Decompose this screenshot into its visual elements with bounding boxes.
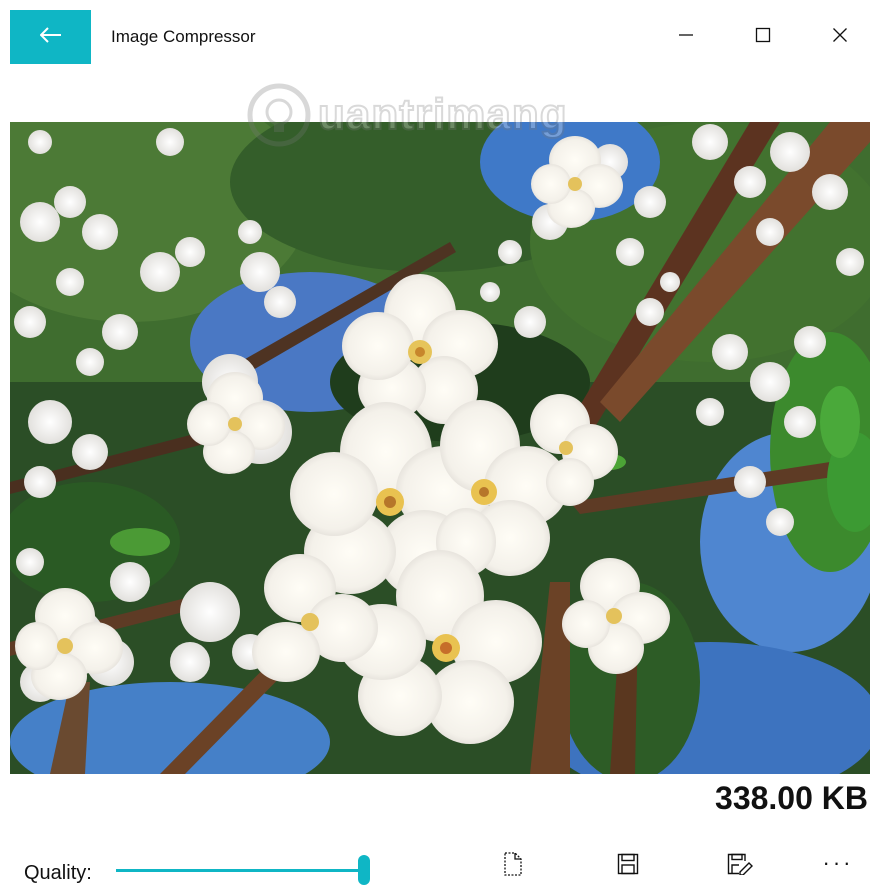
close-button[interactable] — [801, 10, 870, 64]
save-as-icon — [727, 853, 753, 880]
back-button[interactable] — [10, 10, 91, 64]
slider-thumb[interactable] — [358, 855, 370, 885]
close-icon — [832, 27, 848, 48]
new-file-icon — [503, 851, 523, 881]
photo-cherry-blossoms — [10, 122, 870, 774]
quality-label: Quality: — [24, 862, 92, 884]
save-icon — [617, 853, 639, 880]
new-file-button[interactable] — [491, 846, 535, 886]
quality-slider[interactable] — [116, 855, 370, 885]
app-window: Image Compressor uantrimang 338.00 KB Qu… — [10, 10, 870, 895]
preview-image — [10, 122, 870, 774]
save-button[interactable] — [606, 846, 650, 886]
app-title: Image Compressor — [111, 27, 256, 46]
save-as-button[interactable] — [718, 846, 762, 886]
maximize-icon — [755, 27, 771, 48]
minimize-icon — [678, 27, 694, 48]
more-button[interactable]: ··· — [816, 846, 860, 886]
slider-fill — [116, 869, 370, 872]
minimize-button[interactable] — [647, 10, 724, 64]
title-bar: Image Compressor — [10, 10, 870, 64]
maximize-button[interactable] — [724, 10, 801, 64]
arrow-left-icon — [39, 26, 62, 48]
file-size-label: 338.00 KB — [715, 780, 868, 816]
more-icon: ··· — [822, 850, 854, 875]
